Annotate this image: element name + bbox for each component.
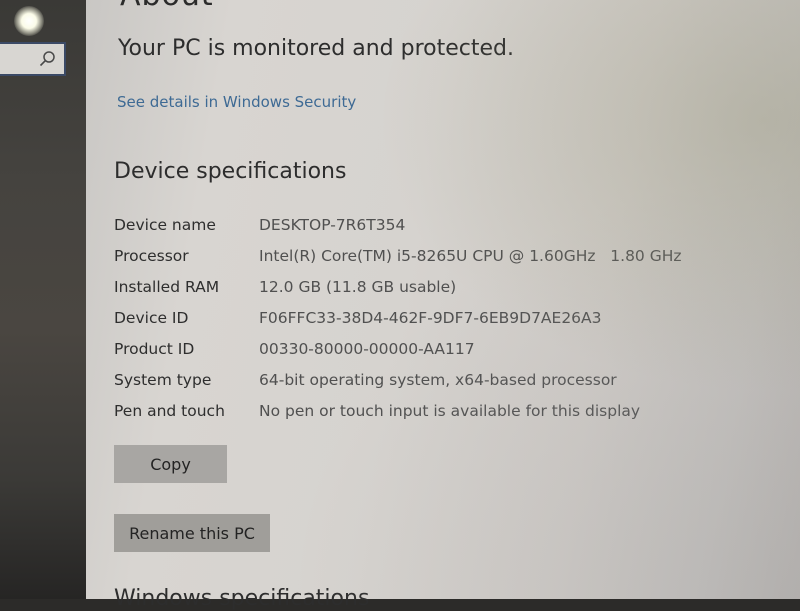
spec-value: DESKTOP-7R6T354	[259, 216, 406, 234]
spec-value: Intel(R) Core(TM) i5-8265U CPU @ 1.60GHz…	[259, 247, 682, 265]
protection-status: Your PC is monitored and protected.	[118, 36, 514, 61]
spec-value: No pen or touch input is available for t…	[259, 402, 641, 420]
copy-button[interactable]: Copy	[114, 445, 227, 483]
device-specifications-heading: Device specifications	[114, 159, 347, 184]
spec-label: Device ID	[114, 309, 189, 327]
sidebar	[0, 0, 86, 599]
rename-pc-button[interactable]: Rename this PC	[114, 514, 270, 552]
search-icon[interactable]	[38, 50, 56, 68]
spec-label: Processor	[114, 247, 189, 265]
page-title: About	[120, 0, 214, 13]
spec-value: 00330-80000-00000-AA117	[259, 340, 475, 358]
spec-value: 64-bit operating system, x64-based proce…	[259, 371, 617, 389]
spec-value: 12.0 GB (11.8 GB usable)	[259, 278, 457, 296]
spec-label: Device name	[114, 216, 216, 234]
spec-label: System type	[114, 371, 212, 389]
settings-content: About Your PC is monitored and protected…	[86, 0, 800, 611]
search-input[interactable]	[0, 42, 66, 76]
spec-value: F06FFC33-38D4-462F-9DF7-6EB9D7AE26A3	[259, 309, 602, 327]
spec-label: Installed RAM	[114, 278, 220, 296]
windows-security-link[interactable]: See details in Windows Security	[117, 93, 356, 111]
spec-label: Pen and touch	[114, 402, 225, 420]
screen-glare	[14, 6, 44, 36]
spec-label: Product ID	[114, 340, 195, 358]
